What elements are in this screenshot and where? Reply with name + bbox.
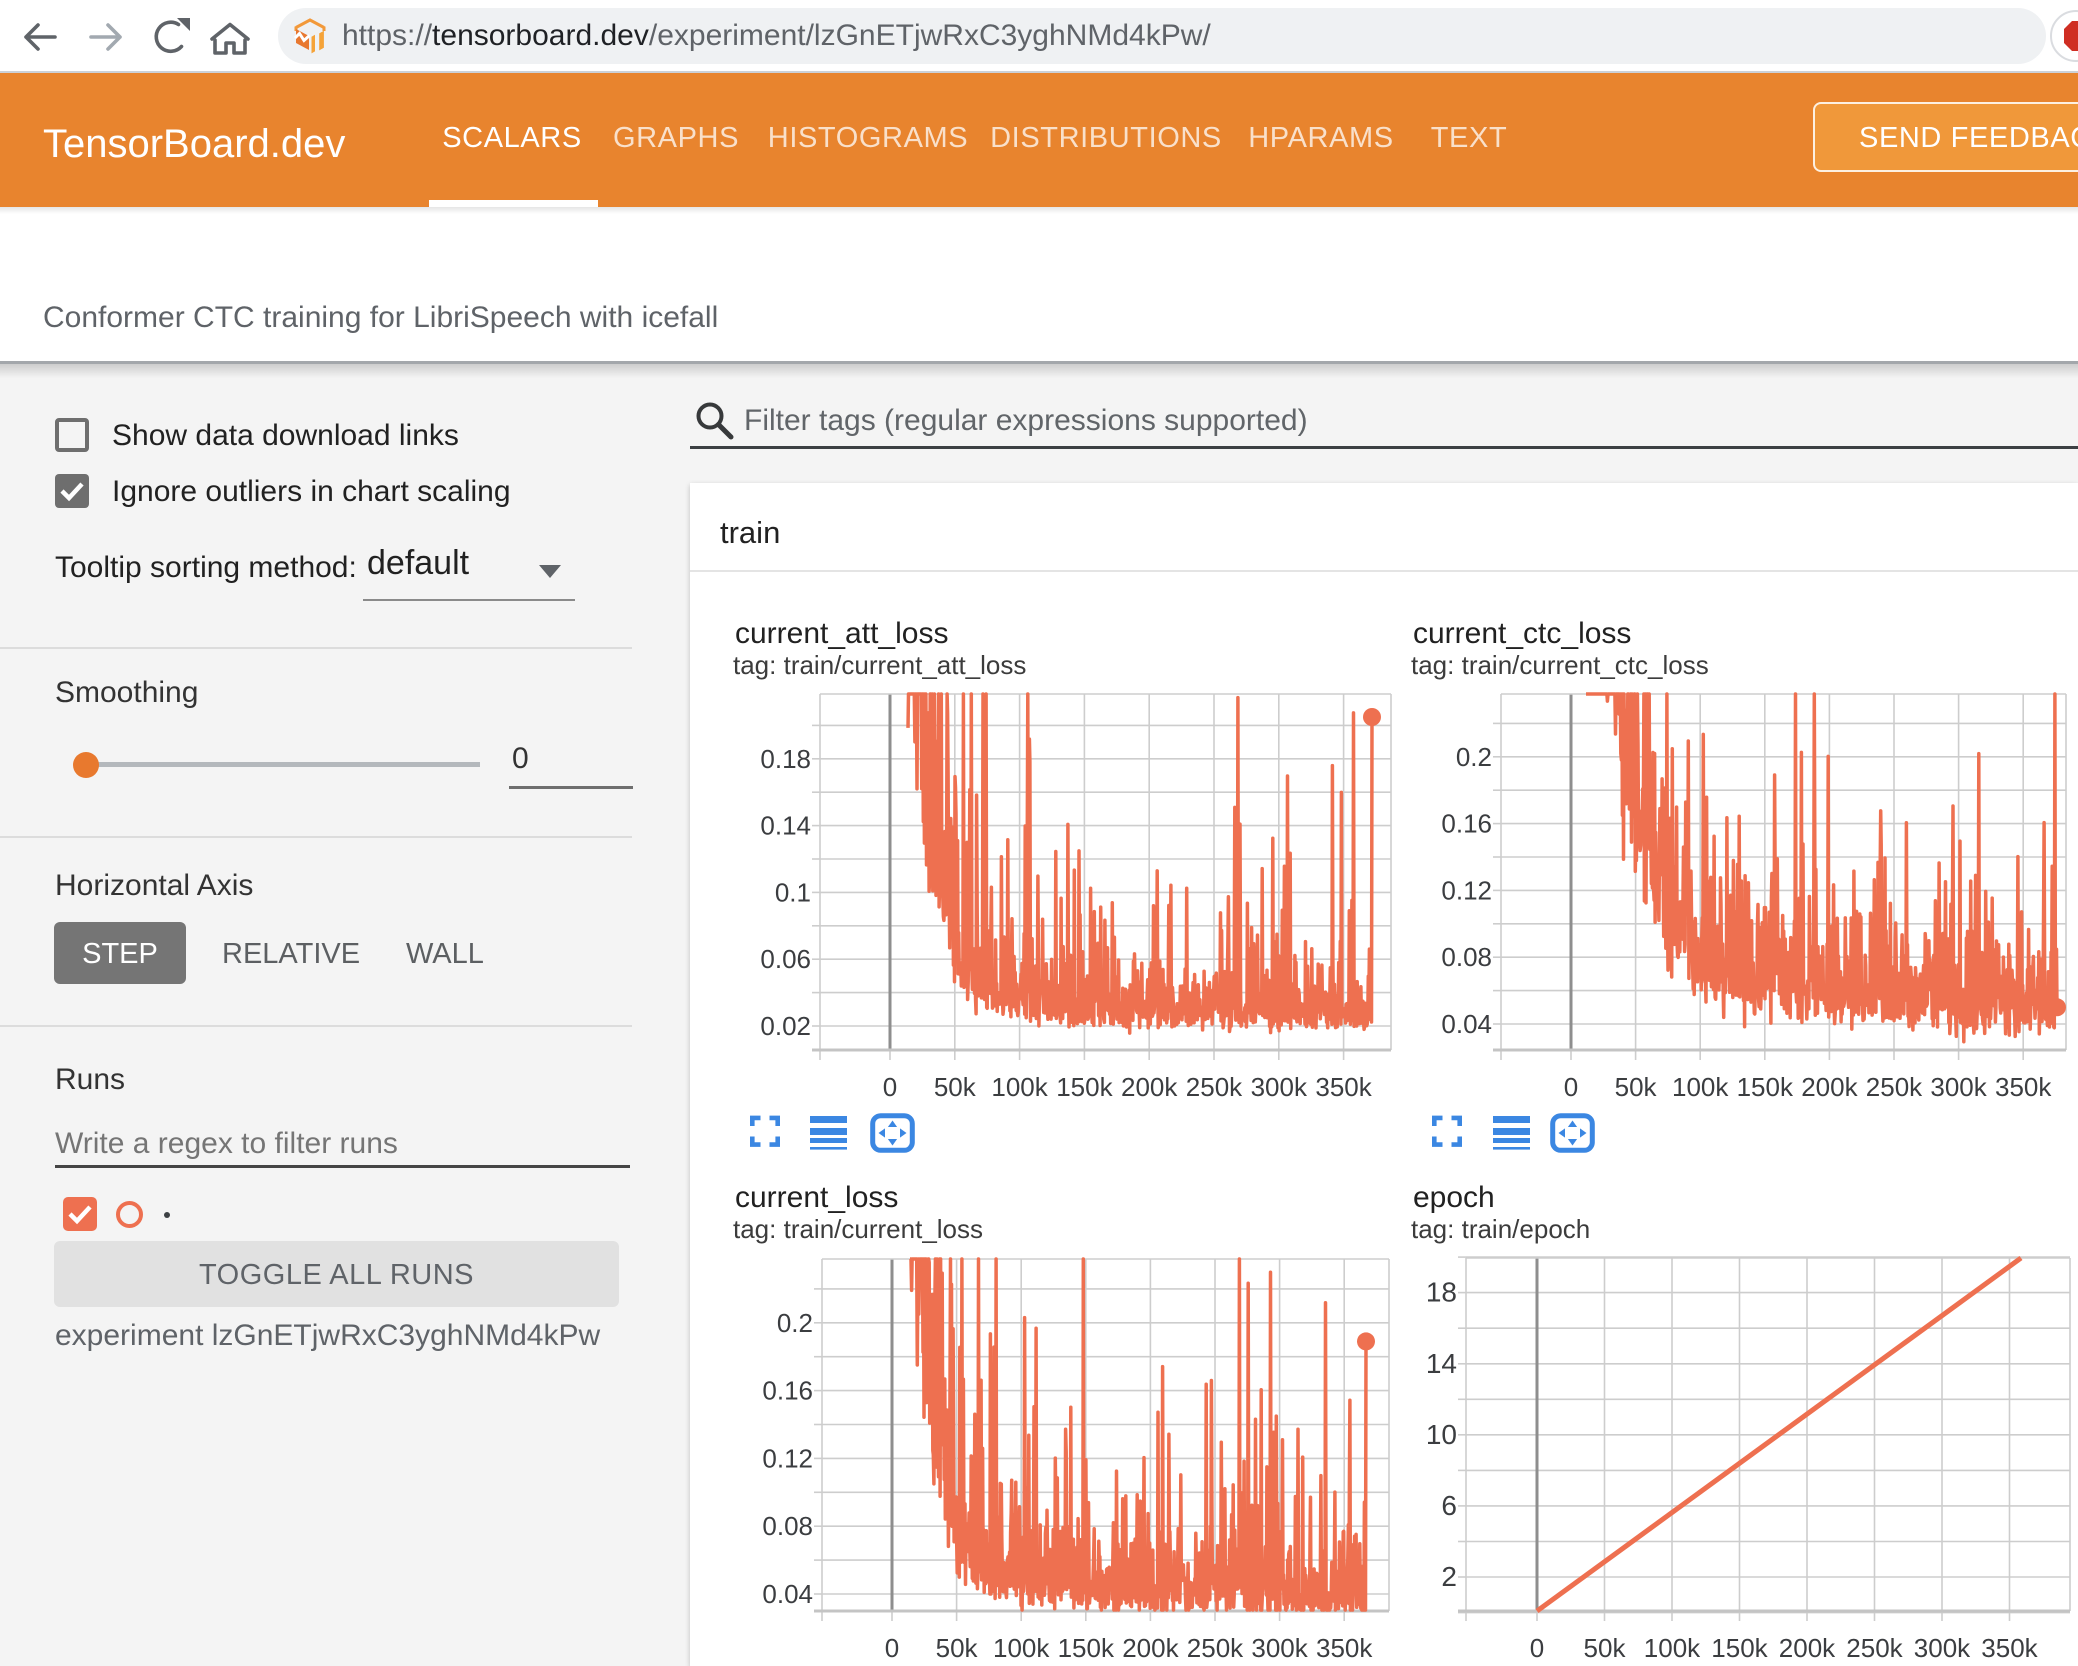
svg-text:300k: 300k [1251, 1072, 1308, 1102]
svg-text:350k: 350k [1981, 1633, 2038, 1663]
svg-text:2: 2 [1441, 1561, 1457, 1592]
svg-text:150k: 150k [1711, 1633, 1768, 1663]
svg-text:50k: 50k [1615, 1072, 1658, 1102]
svg-text:0.16: 0.16 [1441, 809, 1492, 839]
svg-text:350k: 350k [1995, 1072, 2052, 1102]
svg-text:200k: 200k [1121, 1072, 1178, 1102]
svg-text:200k: 200k [1779, 1633, 1836, 1663]
svg-text:18: 18 [1426, 1277, 1457, 1308]
svg-text:0.04: 0.04 [1441, 1009, 1492, 1039]
svg-text:150k: 150k [1056, 1072, 1113, 1102]
svg-text:0.04: 0.04 [762, 1579, 813, 1609]
svg-text:200k: 200k [1122, 1633, 1179, 1663]
svg-text:0: 0 [885, 1633, 899, 1663]
svg-text:100k: 100k [1644, 1633, 1701, 1663]
svg-text:10: 10 [1426, 1419, 1457, 1450]
svg-text:0.1: 0.1 [775, 877, 811, 907]
svg-text:250k: 250k [1187, 1633, 1244, 1663]
svg-text:350k: 350k [1315, 1072, 1372, 1102]
svg-text:0.12: 0.12 [1441, 875, 1492, 905]
svg-text:350k: 350k [1316, 1633, 1373, 1663]
svg-text:0.08: 0.08 [1441, 942, 1492, 972]
svg-text:300k: 300k [1251, 1633, 1308, 1663]
svg-text:0: 0 [1564, 1072, 1578, 1102]
svg-text:0.12: 0.12 [762, 1443, 813, 1473]
svg-text:50k: 50k [934, 1072, 977, 1102]
svg-text:250k: 250k [1846, 1633, 1903, 1663]
svg-text:200k: 200k [1801, 1072, 1858, 1102]
svg-text:0.2: 0.2 [1456, 742, 1492, 772]
svg-text:0.18: 0.18 [760, 744, 811, 774]
svg-text:0.2: 0.2 [777, 1308, 813, 1338]
svg-text:0: 0 [883, 1072, 897, 1102]
svg-text:250k: 250k [1866, 1072, 1923, 1102]
svg-text:300k: 300k [1914, 1633, 1971, 1663]
svg-text:0: 0 [1530, 1633, 1544, 1663]
svg-text:0.16: 0.16 [762, 1376, 813, 1406]
svg-text:150k: 150k [1737, 1072, 1794, 1102]
svg-text:100k: 100k [991, 1072, 1048, 1102]
svg-text:0.14: 0.14 [760, 811, 811, 841]
svg-text:50k: 50k [936, 1633, 979, 1663]
svg-text:250k: 250k [1186, 1072, 1243, 1102]
svg-text:0.08: 0.08 [762, 1511, 813, 1541]
svg-text:150k: 150k [1058, 1633, 1115, 1663]
svg-text:0.06: 0.06 [760, 944, 811, 974]
svg-text:50k: 50k [1584, 1633, 1627, 1663]
svg-text:0.02: 0.02 [760, 1011, 811, 1041]
svg-text:100k: 100k [993, 1633, 1050, 1663]
svg-text:100k: 100k [1672, 1072, 1729, 1102]
svg-text:300k: 300k [1930, 1072, 1987, 1102]
svg-text:6: 6 [1441, 1490, 1457, 1521]
svg-text:14: 14 [1426, 1348, 1457, 1379]
